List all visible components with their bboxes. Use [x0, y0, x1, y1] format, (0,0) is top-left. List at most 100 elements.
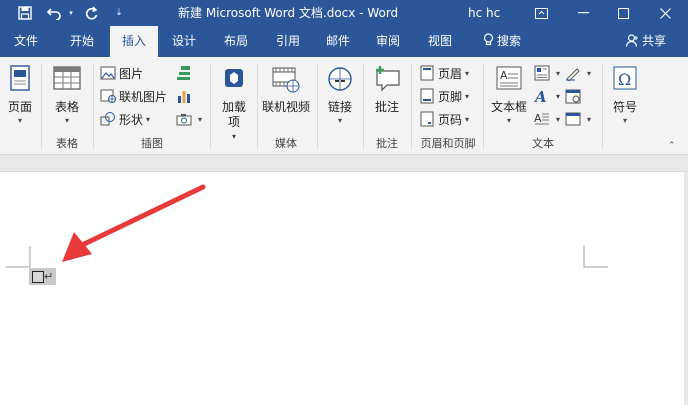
chevron-down-icon: ▾: [198, 114, 203, 124]
customize-toolbar-icon[interactable]: ⇣: [112, 0, 126, 26]
pages-label: 页面: [7, 100, 32, 114]
collapse-ribbon-button[interactable]: ⌃: [668, 137, 676, 155]
red-arrow-annotation: [62, 184, 206, 262]
group-label-illustrations: 插图: [141, 137, 163, 150]
drop-cap-button[interactable]: A ▾: [534, 110, 560, 128]
omega-icon: Ω: [613, 66, 637, 90]
chart-button[interactable]: [176, 87, 195, 105]
pictures-button[interactable]: 图片: [100, 64, 143, 82]
page-icon: [10, 65, 30, 91]
search-label: 搜索: [496, 34, 521, 48]
divider: [483, 63, 484, 149]
vertical-scrollbar[interactable]: [684, 172, 688, 405]
date-time-button[interactable]: [565, 87, 584, 105]
symbols-label: 符号: [612, 100, 637, 114]
footer-icon: [419, 88, 435, 104]
group-label-header-footer: 页眉和页脚: [420, 137, 476, 150]
chevron-down-icon: ▾: [556, 114, 561, 124]
signature-pen-icon: [565, 65, 581, 82]
online-pictures-button[interactable]: 联机图片: [100, 87, 167, 105]
chevron-down-icon: ▾: [556, 91, 561, 101]
wordart-icon: A: [533, 88, 550, 106]
signature-line-button[interactable]: ▾: [565, 64, 591, 82]
minimize-icon[interactable]: [572, 0, 594, 26]
shapes-button[interactable]: 形状 ▾: [100, 110, 150, 128]
links-button[interactable]: 链接 ▾: [318, 63, 362, 133]
undo-icon[interactable]: [44, 0, 66, 26]
save-icon[interactable]: [14, 0, 36, 26]
ruler-band: [0, 155, 688, 172]
tab-review[interactable]: 审阅: [366, 26, 410, 57]
calendar-icon: [565, 88, 581, 104]
redo-icon[interactable]: [80, 0, 102, 26]
chevron-down-icon: ▾: [146, 114, 151, 124]
chevron-down-icon: ▾: [64, 116, 69, 125]
search-box[interactable]: 搜索: [476, 26, 528, 57]
svg-text:A: A: [534, 112, 542, 125]
camera-icon: [176, 111, 192, 127]
online-video-button[interactable]: 联机视频: [258, 63, 314, 133]
addins-label: 加载项: [211, 100, 257, 130]
quick-parts-icon: [534, 65, 550, 81]
text-box-button[interactable]: A 文本框 ▾: [486, 63, 532, 133]
chevron-down-icon: ▾: [587, 68, 592, 78]
addins-label-line1: 加载: [221, 100, 246, 114]
page-number-label: 页码: [438, 112, 463, 127]
comment-button[interactable]: 批注: [364, 63, 410, 133]
svg-text:Ω: Ω: [618, 70, 631, 89]
comment-icon: [376, 66, 400, 92]
share-button[interactable]: 共享: [620, 26, 672, 57]
svg-text:A: A: [534, 88, 547, 104]
page-number-icon: [419, 111, 435, 127]
ribbon: 页面 ▾ 表格 ▾ 表格 图片 联机图片 形状 ▾ ▾ 插图 加载项 ▾ 联机视…: [0, 57, 688, 155]
text-box-label: 文本框: [490, 100, 527, 114]
tab-design[interactable]: 设计: [162, 26, 206, 57]
chevron-down-icon: ▾: [465, 68, 470, 78]
object-icon: [565, 111, 581, 127]
group-label-comments: 批注: [376, 137, 398, 150]
text-box-icon: A: [496, 66, 522, 90]
smartart-button[interactable]: [176, 64, 195, 82]
addins-button[interactable]: 加载项 ▾: [211, 63, 257, 141]
drop-cap-icon: A: [534, 111, 550, 127]
tab-view[interactable]: 视图: [418, 26, 462, 57]
group-label-tables: 表格: [56, 137, 78, 150]
page-number-button[interactable]: 页码 ▾: [419, 110, 469, 128]
online-picture-icon: [100, 88, 116, 104]
tab-references[interactable]: 引用: [266, 26, 310, 57]
screenshot-button[interactable]: ▾: [176, 110, 202, 128]
divider: [93, 63, 94, 149]
maximize-icon[interactable]: [612, 0, 634, 26]
tab-layout[interactable]: 布局: [214, 26, 258, 57]
table-icon: [53, 66, 81, 90]
chevron-down-icon: ▾: [622, 116, 627, 125]
table-button[interactable]: 表格 ▾: [42, 63, 92, 133]
document-canvas[interactable]: ↵: [0, 172, 688, 405]
tab-home[interactable]: 开始: [60, 26, 104, 57]
user-name[interactable]: hc hc: [468, 0, 500, 26]
ribbon-display-options-icon[interactable]: [530, 0, 552, 26]
wordart-button[interactable]: A ▾: [533, 87, 561, 106]
tab-mailings[interactable]: 邮件: [316, 26, 360, 57]
shapes-icon: [100, 111, 116, 127]
quick-parts-button[interactable]: ▾: [534, 64, 560, 82]
tab-file[interactable]: 文件: [4, 26, 48, 57]
pages-button[interactable]: 页面 ▾: [0, 63, 40, 133]
window-title: 新建 Microsoft Word 文档.docx - Word: [178, 6, 399, 20]
link-icon: [328, 67, 352, 91]
undo-dropdown-icon[interactable]: ▾: [66, 0, 76, 26]
tab-insert[interactable]: 插入: [110, 26, 158, 57]
chevron-down-icon: ▾: [465, 114, 470, 124]
divider: [411, 63, 412, 149]
chevron-down-icon: ▾: [465, 91, 470, 101]
store-icon: [225, 69, 243, 87]
share-label: 共享: [641, 34, 666, 48]
chevron-down-icon: ▾: [556, 68, 561, 78]
header-button[interactable]: 页眉 ▾: [419, 64, 469, 82]
links-label: 链接: [327, 100, 352, 114]
close-icon[interactable]: [654, 0, 676, 26]
symbols-button[interactable]: Ω 符号 ▾: [602, 63, 648, 133]
margin-corner-right: [583, 246, 608, 268]
object-button[interactable]: ▾: [565, 110, 591, 128]
footer-button[interactable]: 页脚 ▾: [419, 87, 469, 105]
